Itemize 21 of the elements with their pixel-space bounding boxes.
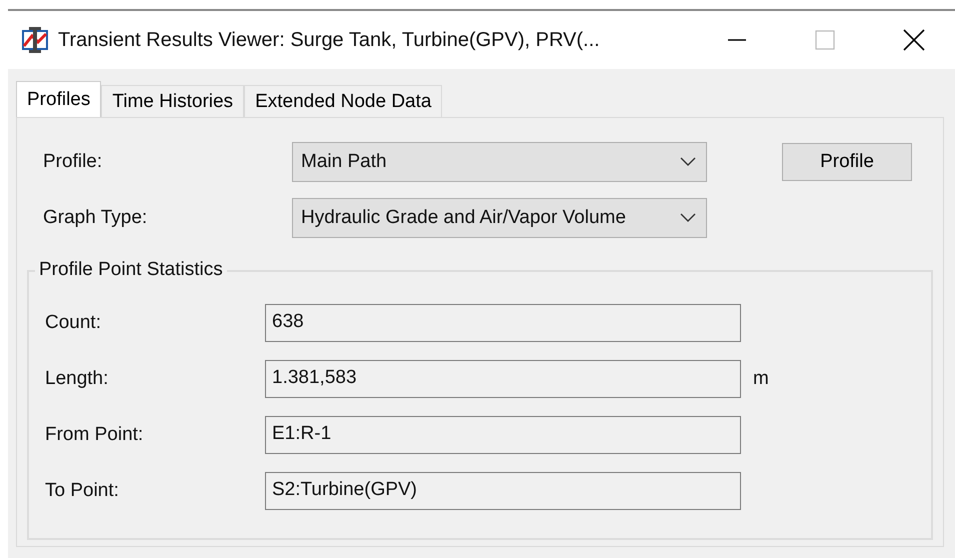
- graph-type-label: Graph Type:: [43, 207, 148, 229]
- profile-dropdown[interactable]: Main Path: [292, 142, 707, 182]
- unit-label: m: [753, 368, 769, 390]
- close-icon[interactable]: [903, 29, 925, 51]
- field-label: Count:: [45, 312, 102, 334]
- read-only-field[interactable]: 1.381,583: [265, 360, 741, 398]
- graph-type-dropdown[interactable]: Hydraulic Grade and Air/Vapor Volume: [292, 198, 707, 238]
- chevron-down-icon: [680, 157, 696, 167]
- tab[interactable]: Time Histories: [101, 85, 244, 117]
- field-label: From Point:: [45, 424, 144, 446]
- field-label: To Point:: [45, 480, 120, 502]
- profile-button[interactable]: Profile: [782, 143, 912, 181]
- read-only-field[interactable]: E1:R-1: [265, 416, 741, 454]
- read-only-field[interactable]: S2:Turbine(GPV): [265, 472, 741, 510]
- chevron-down-icon: [680, 213, 696, 223]
- tab[interactable]: Profiles: [16, 81, 102, 117]
- profile-label: Profile:: [43, 151, 104, 173]
- read-only-field[interactable]: 638: [265, 304, 741, 342]
- field-label: Length:: [45, 368, 110, 390]
- window-title: Transient Results Viewer: Surge Tank, Turbine(GPV), PRV(...: [58, 28, 600, 52]
- tab[interactable]: Extended Node Data: [244, 85, 442, 117]
